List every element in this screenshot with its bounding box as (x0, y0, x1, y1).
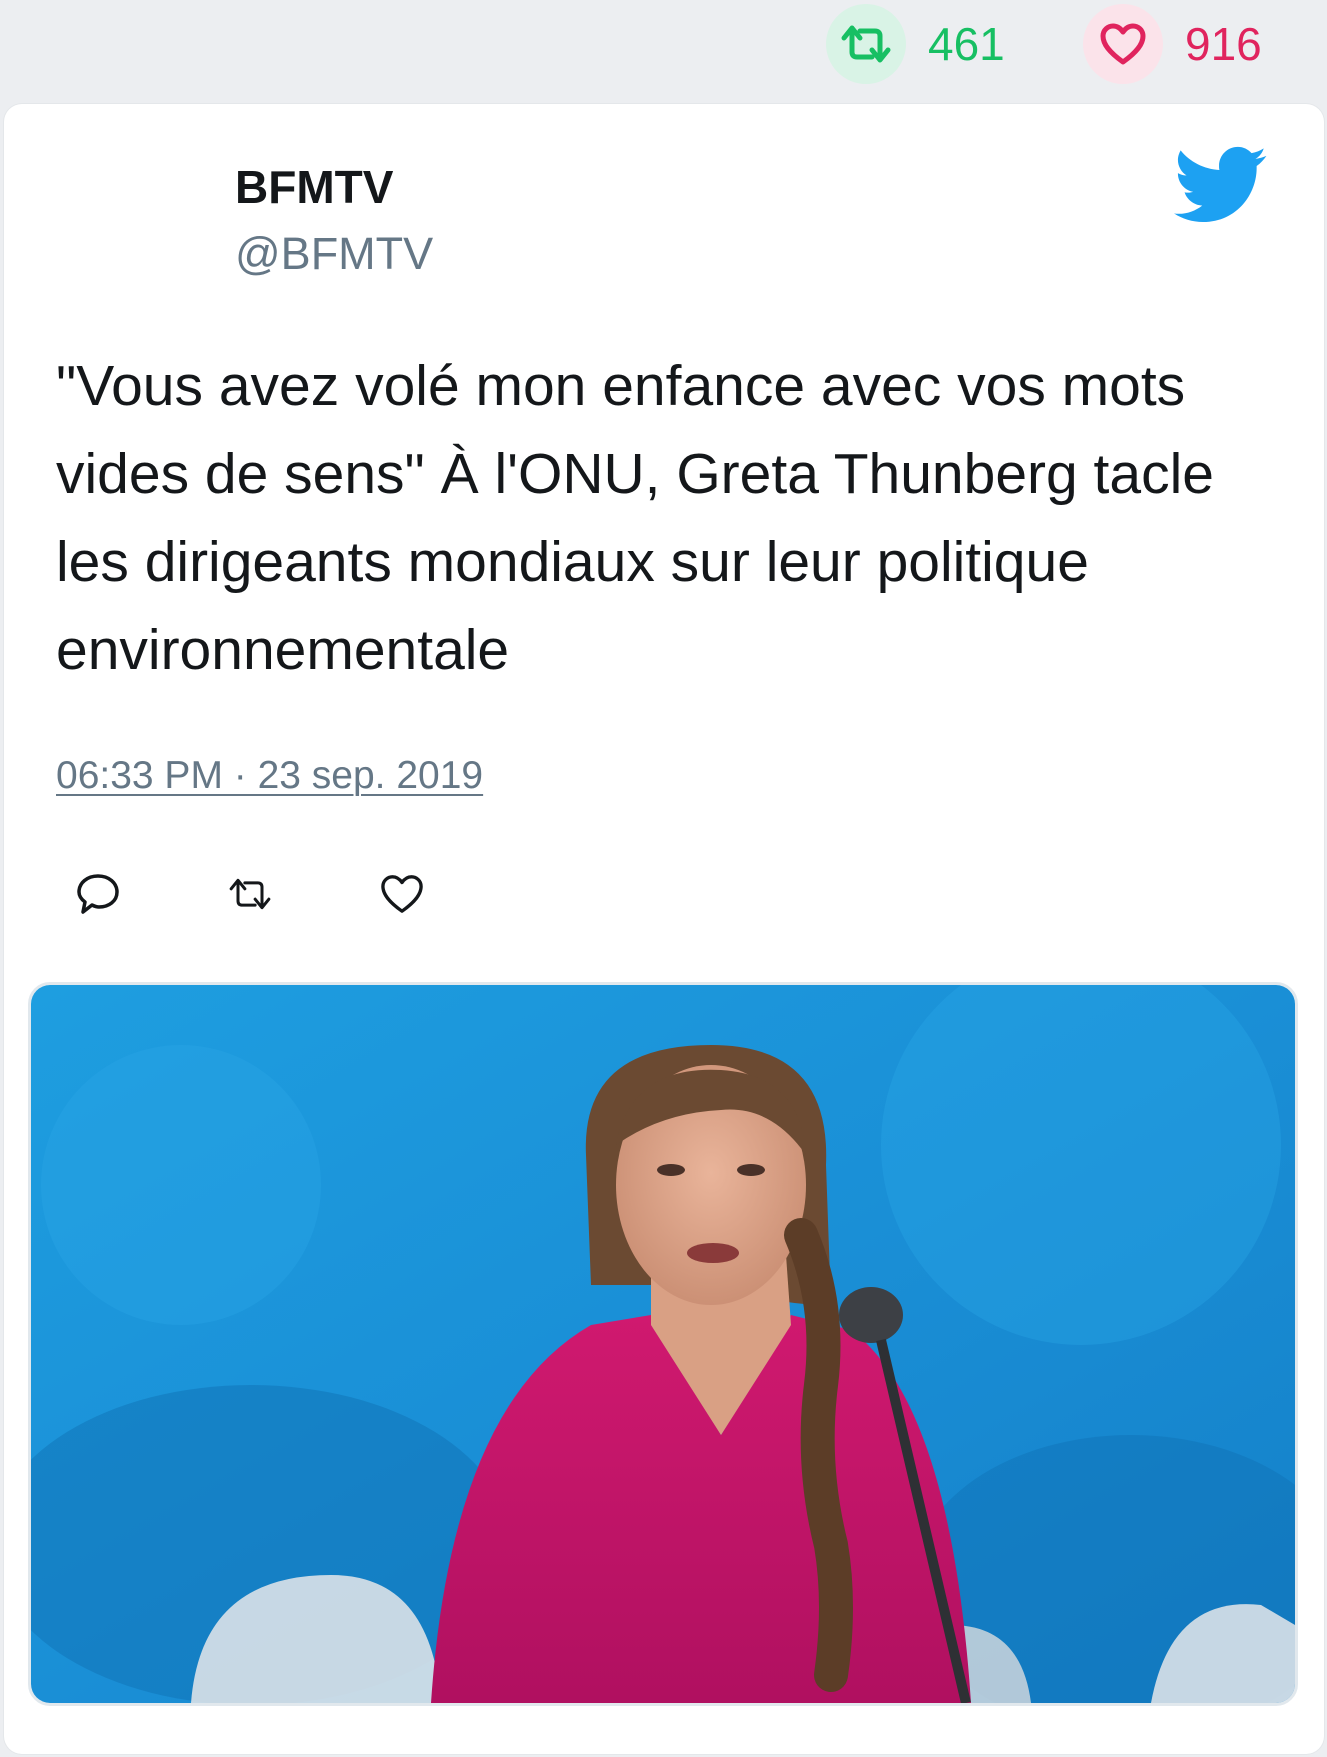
author-name[interactable]: BFMTV (235, 162, 393, 213)
heart-icon[interactable] (1083, 4, 1163, 84)
tweet-card[interactable]: BFMTV @BFMTV "Vous avez volé mon enfance… (4, 104, 1324, 1754)
retweet-icon[interactable] (226, 870, 274, 918)
retweet-stat[interactable]: 461 (826, 4, 1005, 84)
twitter-bird-icon[interactable] (1174, 146, 1268, 226)
tweet-stats-bar: 461 916 (0, 0, 1327, 100)
author-handle[interactable]: @BFMTV (235, 229, 433, 279)
retweet-count: 461 (928, 18, 1005, 70)
like-count: 916 (1185, 18, 1262, 70)
tweet-media-image[interactable] (28, 982, 1298, 1706)
heart-icon[interactable] (378, 870, 426, 918)
tweet-timestamp[interactable]: 06:33 PM · 23 sep. 2019 (56, 754, 483, 798)
like-stat[interactable]: 916 (1083, 4, 1262, 84)
retweet-icon[interactable] (826, 4, 906, 84)
reply-icon[interactable] (74, 870, 122, 918)
tweet-text: "Vous avez volé mon enfance avec vos mot… (56, 354, 1214, 682)
tweet-actions (74, 864, 530, 924)
